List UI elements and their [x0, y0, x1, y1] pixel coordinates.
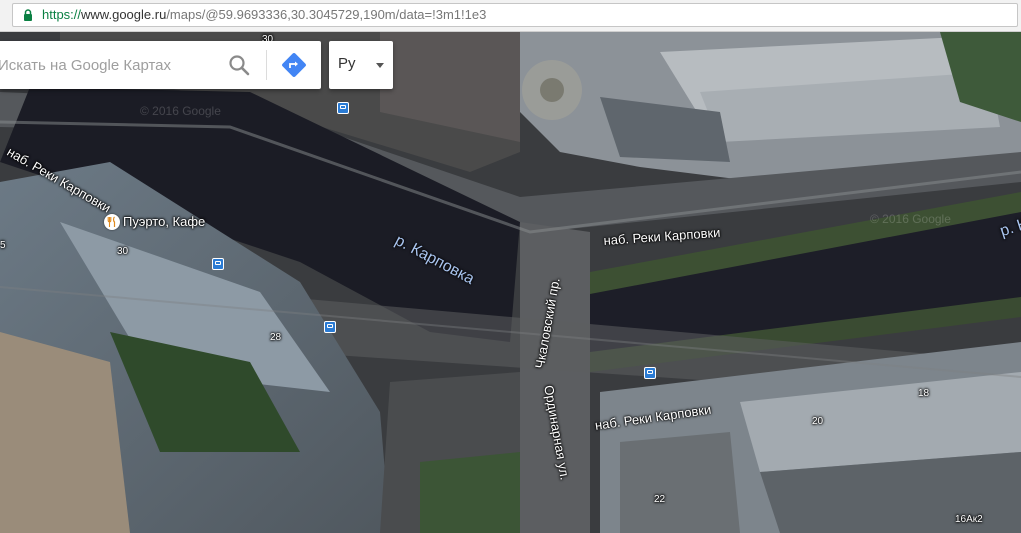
map-watermark: © 2016 Google	[140, 104, 221, 118]
restaurant-icon[interactable]	[104, 214, 120, 230]
chevron-down-icon	[376, 63, 384, 68]
map-canvas[interactable]: © 2016 Google © 2016 Google наб. Реки Ка…	[0, 32, 1021, 533]
bus-stop-icon[interactable]	[212, 258, 224, 270]
map-watermark: © 2016 Google	[870, 212, 951, 226]
poi-label[interactable]: Пуэрто, Кафе	[123, 214, 205, 229]
fork-knife-icon	[107, 216, 116, 227]
search-divider	[266, 50, 267, 80]
directions-icon[interactable]	[281, 52, 307, 78]
url-scheme: https://	[42, 7, 82, 22]
language-select[interactable]: Ру	[329, 41, 393, 89]
url-text: https://www.google.ru/maps/@59.9693336,3…	[42, 7, 486, 22]
url-host: www.google.ru	[81, 7, 167, 22]
language-selected-label: Ру	[338, 55, 356, 72]
url-path: /maps/@59.9693336,30.3045729,190m/data=!…	[166, 7, 487, 22]
search-input[interactable]	[0, 41, 215, 89]
house-number: 16Ак2	[955, 514, 983, 525]
tram-stop-icon[interactable]	[644, 367, 656, 379]
address-bar[interactable]: https://www.google.ru/maps/@59.9693336,3…	[12, 3, 1018, 27]
house-number: 20	[812, 416, 824, 427]
house-number: 22	[654, 494, 666, 505]
bus-stop-icon[interactable]	[337, 102, 349, 114]
house-number: 5	[0, 240, 6, 251]
search-box	[0, 41, 321, 89]
house-number: 28	[270, 332, 282, 343]
house-number: 18	[918, 388, 930, 399]
tram-stop-icon[interactable]	[324, 321, 336, 333]
search-icon[interactable]	[226, 53, 252, 77]
browser-toolbar: https://www.google.ru/maps/@59.9693336,3…	[0, 0, 1021, 32]
lock-icon	[24, 9, 32, 21]
house-number: 30	[117, 246, 129, 257]
